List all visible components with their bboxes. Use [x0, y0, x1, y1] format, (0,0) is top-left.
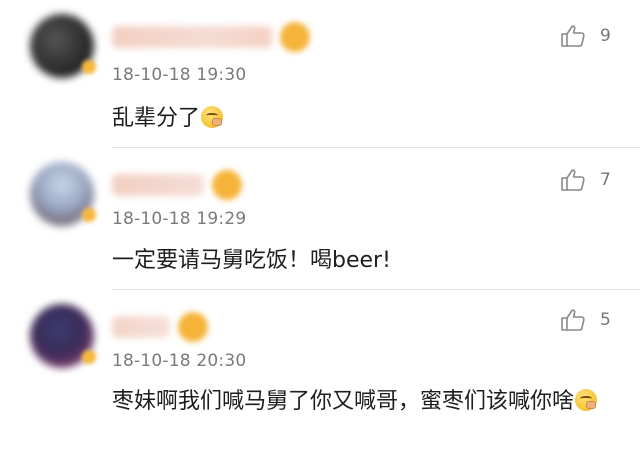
like-count: 7 [600, 170, 611, 190]
thinking-face-emoji-icon [575, 389, 598, 411]
comment-text-content: 乱辈分了 [112, 106, 201, 131]
comment-item: 18-10-18 19:29 一定要请马舅吃饭！喝beer! 7 [0, 148, 640, 290]
verified-badge-icon [82, 208, 96, 222]
verified-badge-icon [82, 60, 96, 74]
vip-badge-icon [212, 170, 242, 200]
vip-badge-icon [178, 312, 208, 342]
like-button[interactable]: 9 [560, 24, 611, 48]
thinking-face-emoji-icon [201, 106, 224, 128]
like-button[interactable]: 5 [560, 308, 611, 332]
comment-text-content: 枣妹啊我们喊马舅了你又喊哥，蜜枣们该喊你啥 [112, 389, 575, 414]
username-blurred[interactable] [112, 316, 170, 338]
thumbs-up-icon [560, 168, 586, 192]
comment-text: 一定要请马舅吃饭！喝beer! [112, 243, 632, 279]
thumbs-up-icon [560, 24, 586, 48]
comment-timestamp: 18-10-18 19:29 [112, 209, 247, 229]
vip-badge-icon [280, 22, 310, 52]
like-count: 9 [600, 26, 611, 46]
username-blurred[interactable] [112, 174, 204, 196]
comment-item: 18-10-18 20:30 枣妹啊我们喊马舅了你又喊哥，蜜枣们该喊你啥 5 [0, 290, 640, 458]
verified-badge-icon [82, 350, 96, 364]
username-blurred[interactable] [112, 26, 272, 48]
comment-item: 18-10-18 19:30 乱辈分了 9 [0, 0, 640, 148]
thumbs-up-icon [560, 308, 586, 332]
comment-text: 乱辈分了 [112, 101, 632, 137]
comment-text: 枣妹啊我们喊马舅了你又喊哥，蜜枣们该喊你啥 [112, 384, 632, 420]
like-count: 5 [600, 310, 611, 330]
comment-timestamp: 18-10-18 20:30 [112, 351, 247, 371]
like-button[interactable]: 7 [560, 168, 611, 192]
comment-timestamp: 18-10-18 19:30 [112, 65, 247, 85]
comment-text-content: 一定要请马舅吃饭！喝beer! [112, 248, 391, 273]
